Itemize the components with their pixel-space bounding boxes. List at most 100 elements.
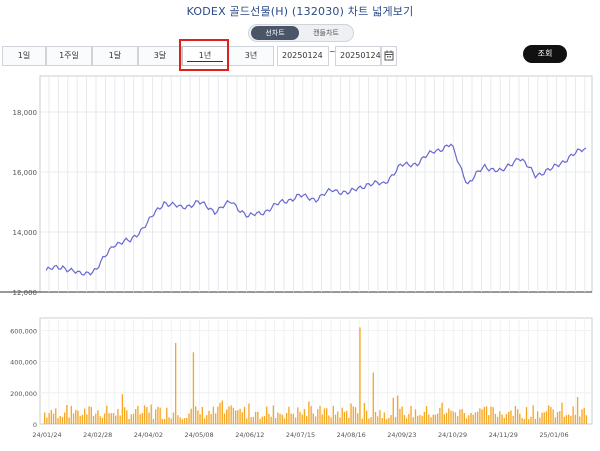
volume-bar: [214, 413, 217, 424]
volume-bar: [288, 406, 290, 424]
volume-bar: [188, 413, 190, 424]
x-tick-label: 24/02/28: [83, 431, 112, 439]
x-tick-label: 24/05/08: [184, 431, 213, 439]
volume-bar: [508, 412, 510, 424]
volume-bar: [474, 412, 477, 424]
volume-bar: [175, 342, 177, 424]
volume-bar: [268, 413, 270, 424]
line-chart-toggle[interactable]: 선차트: [251, 26, 299, 40]
tab-1-month[interactable]: 1달: [92, 46, 138, 66]
volume-bar: [86, 414, 88, 424]
volume-bar: [503, 418, 505, 424]
volume-bar: [465, 418, 468, 424]
tab-3-months[interactable]: 3달: [138, 46, 182, 66]
volume-bar: [254, 411, 257, 424]
volume-bar: [48, 413, 50, 424]
volume-bar: [443, 414, 445, 424]
volume-bar: [345, 410, 348, 424]
volume-bar: [543, 412, 545, 424]
volume-bar: [563, 416, 565, 424]
price-y-tick-label: 16,000: [13, 169, 38, 177]
volume-bar: [314, 416, 317, 424]
volume-bar: [106, 405, 108, 424]
volume-bar: [381, 418, 383, 424]
volume-bar: [197, 410, 199, 424]
volume-bar: [281, 414, 283, 424]
price-y-tick-label: 12,000: [13, 289, 38, 297]
volume-bar: [428, 414, 430, 424]
volume-bar: [565, 415, 568, 424]
volume-bar: [66, 405, 68, 424]
volume-bar: [279, 413, 281, 424]
volume-bar: [528, 419, 530, 424]
volume-bar: [217, 406, 219, 424]
volume-bar: [201, 407, 203, 424]
volume-bar: [179, 417, 181, 424]
volume-bar: [70, 405, 72, 424]
volume-bar: [408, 414, 410, 424]
volume-bar: [341, 407, 343, 424]
volume-y-tick-label: 600,000: [10, 327, 37, 335]
volume-bar: [181, 419, 183, 424]
volume-bar: [585, 415, 588, 424]
tab-1-week[interactable]: 1주일: [46, 46, 92, 66]
volume-bar: [570, 415, 572, 424]
volume-bar: [516, 409, 519, 424]
volume-bar: [152, 419, 155, 424]
query-button[interactable]: 조회: [523, 45, 567, 63]
volume-bar: [361, 418, 363, 424]
x-tick-label: 24/04/02: [134, 431, 163, 439]
volume-bar: [496, 416, 499, 424]
end-date-input[interactable]: 20250124: [335, 46, 381, 66]
volume-y-tick-label: 0: [33, 421, 37, 429]
volume-bar: [554, 417, 557, 424]
volume-bar: [499, 411, 501, 424]
volume-bar: [370, 417, 372, 424]
volume-bar: [403, 415, 406, 424]
candle-chart-toggle[interactable]: 캔들차트: [302, 26, 350, 40]
volume-bar: [139, 414, 141, 424]
volume-bar: [459, 409, 461, 424]
volume-bar: [452, 411, 454, 424]
volume-bar: [128, 419, 130, 424]
volume-bar: [308, 401, 310, 424]
volume-bar: [301, 414, 303, 424]
volume-bar: [512, 415, 514, 424]
volume-bar: [299, 411, 301, 424]
start-date-input[interactable]: 20250124: [277, 46, 329, 66]
volume-bar: [501, 414, 503, 424]
volume-bar: [110, 413, 112, 424]
volume-bar: [348, 418, 350, 424]
tab-3-years[interactable]: 3년: [228, 46, 274, 66]
volume-bar: [172, 412, 175, 424]
volume-bar: [303, 409, 306, 424]
volume-bar: [219, 402, 221, 424]
x-tick-label: 24/07/15: [286, 431, 315, 439]
tab-1-day[interactable]: 1일: [2, 46, 46, 66]
volume-bar: [579, 416, 581, 424]
volume-bar: [450, 410, 452, 424]
volume-bar: [343, 411, 346, 424]
volume-bar: [230, 405, 232, 424]
volume-bar: [379, 410, 381, 424]
calendar-icon[interactable]: [381, 46, 397, 66]
volume-bar: [332, 405, 334, 424]
price-plot-frame: [39, 75, 593, 293]
volume-bar: [532, 405, 534, 424]
volume-bar: [534, 419, 537, 424]
volume-bar: [117, 408, 119, 424]
volume-bar: [319, 405, 321, 424]
volume-bar: [130, 414, 132, 424]
volume-bar: [115, 415, 117, 424]
x-tick-label: 24/09/23: [387, 431, 416, 439]
chart-type-toggle[interactable]: 선차트 캔들차트: [248, 24, 354, 42]
volume-bar: [208, 410, 210, 424]
volume-bar: [310, 406, 312, 424]
volume-bar: [75, 409, 77, 424]
volume-bar: [126, 410, 128, 424]
volume-bar: [234, 410, 237, 424]
volume-bar: [306, 416, 308, 424]
volume-bar: [101, 418, 104, 424]
volume-bar: [210, 414, 212, 424]
volume-bar: [421, 415, 423, 424]
